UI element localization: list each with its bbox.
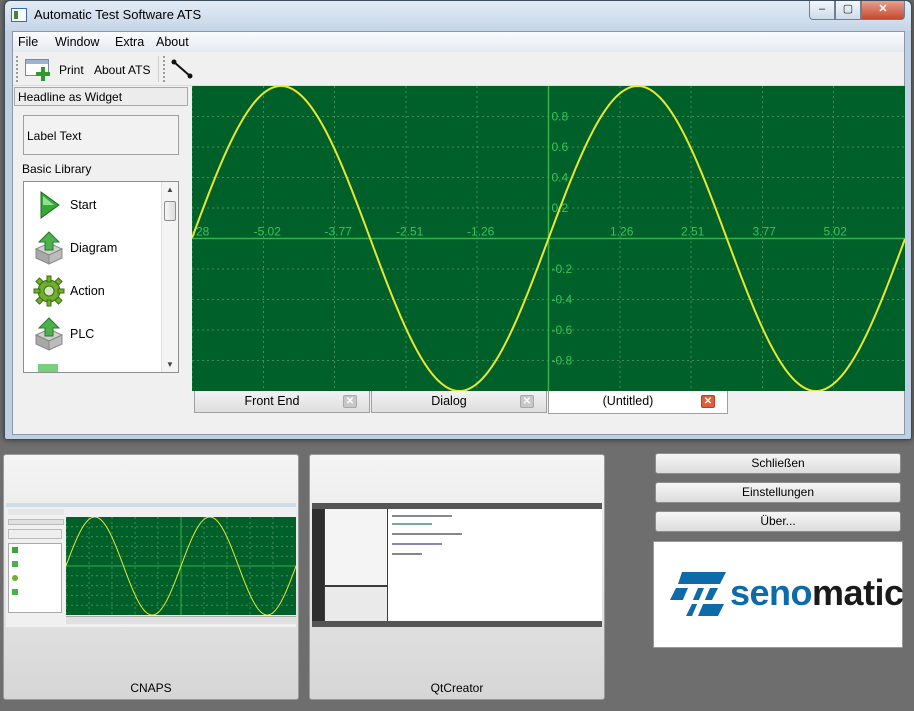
senomatic-logo-text: senomatic — [730, 572, 904, 614]
list-item-diagram[interactable]: Diagram — [24, 227, 160, 267]
cnaps-preview — [6, 503, 296, 627]
library-list[interactable]: Start Diagram Action PLC ▲ ▼ — [23, 181, 179, 373]
app-icon — [11, 8, 27, 22]
toolbar-grip[interactable] — [16, 56, 19, 82]
close-app-button[interactable]: Schließen — [655, 453, 901, 474]
main-window: Automatic Test Software ATS – ▢ ✕ File W… — [4, 0, 912, 440]
close-button[interactable]: ✕ — [861, 1, 905, 20]
x-tick-label: 3.77 — [753, 225, 777, 239]
tab-close-icon[interactable]: ✕ — [343, 395, 357, 408]
x-tick-label: -3.77 — [324, 225, 352, 239]
tab-front-end[interactable]: Front End ✕ — [194, 391, 370, 413]
plus-icon — [36, 67, 50, 81]
list-item-label: Diagram — [70, 241, 118, 255]
y-tick-label: -0.4 — [552, 293, 573, 307]
about-ats-button[interactable]: About ATS — [94, 63, 150, 77]
x-tick-label: -1.26 — [467, 225, 495, 239]
new-file-button[interactable] — [25, 56, 51, 81]
scroll-thumb[interactable] — [164, 201, 176, 221]
y-tick-label: 0.8 — [552, 110, 569, 124]
qtcreator-preview — [312, 503, 602, 627]
list-item-plc[interactable]: PLC — [24, 313, 160, 353]
y-tick-label: -0.2 — [552, 262, 573, 276]
minimize-button[interactable]: – — [809, 1, 835, 20]
x-tick-label: -2.51 — [396, 225, 424, 239]
list-item-label: PLC — [70, 327, 95, 341]
toolbar: Print About ATS — [13, 52, 904, 86]
list-item-label: Action — [70, 284, 105, 298]
list-item-action[interactable]: Action — [24, 270, 160, 310]
print-button[interactable]: Print — [59, 63, 84, 77]
window-title: Automatic Test Software ATS — [34, 7, 202, 22]
menu-extra[interactable]: Extra — [115, 35, 144, 49]
senomatic-logo-box: senomatic — [653, 541, 904, 648]
scroll-up-icon[interactable]: ▲ — [166, 185, 174, 194]
title-bar[interactable]: Automatic Test Software ATS – ▢ ✕ — [5, 1, 911, 31]
menu-bar: File Window Extra About — [13, 32, 904, 52]
menu-file[interactable]: File — [18, 35, 38, 49]
scroll-down-icon[interactable]: ▼ — [166, 360, 174, 369]
client-area: File Window Extra About Print About ATS … — [12, 31, 905, 435]
about-button[interactable]: Über... — [655, 511, 901, 532]
gear-icon — [33, 275, 65, 307]
list-item-label: Start — [70, 198, 97, 212]
tab-close-icon[interactable]: ✕ — [701, 395, 715, 408]
y-tick-label: -0.8 — [552, 354, 573, 368]
mini-sine-preview — [66, 517, 296, 615]
menu-window[interactable]: Window — [55, 35, 99, 49]
upload-box-icon — [34, 231, 64, 265]
tab-untitled[interactable]: (Untitled) ✕ — [548, 391, 728, 414]
thumbnail-caption: CNAPS — [130, 681, 172, 695]
play-arrow-icon — [40, 191, 60, 219]
y-tick-label: 0.4 — [552, 171, 569, 185]
upload-box-icon — [34, 317, 64, 351]
x-tick-label: 2.51 — [681, 225, 705, 239]
senomatic-logo-icon — [670, 572, 726, 616]
x-tick-label: -5.02 — [254, 225, 282, 239]
menu-about[interactable]: About — [156, 35, 189, 49]
logo-part-seno: seno — [730, 572, 813, 613]
plot-canvas: -6.28-5.02-3.77-2.51-1.261.262.513.775.0… — [192, 86, 905, 391]
connector-tool-icon[interactable] — [171, 59, 193, 79]
maximize-button[interactable]: ▢ — [835, 1, 861, 20]
partial-item-icon — [38, 364, 58, 372]
library-title: Basic Library — [22, 162, 92, 176]
dock-title[interactable]: Headline as Widget — [14, 87, 188, 106]
toolbar-grip-2[interactable] — [163, 56, 166, 82]
label-text-box: Label Text — [23, 115, 179, 155]
thumbnail-cnaps[interactable]: CNAPS — [3, 454, 299, 700]
list-item-start[interactable]: Start — [24, 184, 160, 224]
library-scrollbar[interactable]: ▲ ▼ — [161, 182, 178, 372]
x-tick-label: 5.02 — [823, 225, 847, 239]
thumbnail-caption: QtCreator — [430, 681, 484, 695]
tab-close-icon[interactable]: ✕ — [520, 395, 534, 408]
sine-plot[interactable]: -6.28-5.02-3.77-2.51-1.261.262.513.775.0… — [192, 86, 905, 391]
toolbar-separator — [158, 56, 159, 82]
tab-dialog[interactable]: Dialog ✕ — [371, 391, 547, 413]
settings-button[interactable]: Einstellungen — [655, 482, 901, 503]
logo-part-matic: matic — [812, 572, 904, 613]
x-tick-label: 1.26 — [610, 225, 634, 239]
y-tick-label: 0.6 — [552, 140, 569, 154]
y-tick-label: -0.6 — [552, 323, 573, 337]
thumbnail-qtcreator[interactable]: QtCreator — [309, 454, 605, 700]
